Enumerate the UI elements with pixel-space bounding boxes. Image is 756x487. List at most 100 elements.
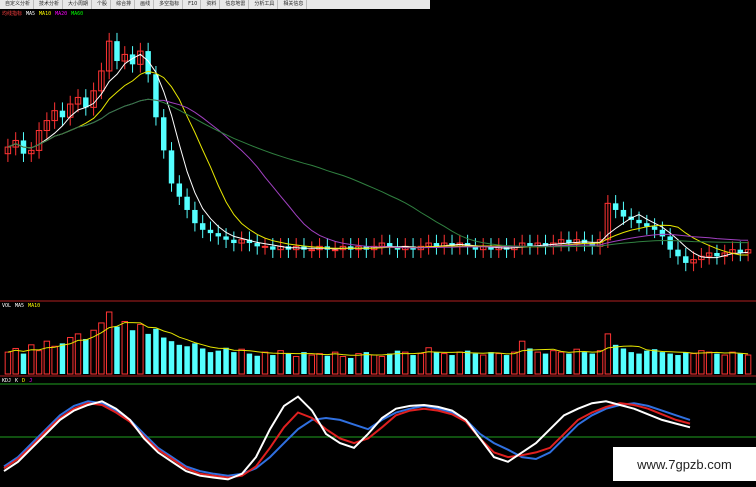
volume-bar (331, 351, 339, 375)
candle-body (223, 236, 229, 240)
volume-bar (285, 353, 292, 374)
volume-bar (254, 355, 260, 374)
candle-body (667, 236, 673, 250)
volume-bar (324, 355, 331, 374)
candle-body (270, 246, 276, 250)
volume-bar (378, 355, 386, 375)
volume-bar (744, 354, 752, 375)
volume-bar (105, 311, 113, 375)
kdj-line (3, 400, 691, 477)
volume-bar (402, 351, 409, 375)
candle-body (386, 243, 393, 247)
volume-bar (184, 346, 190, 374)
volume-bar (737, 353, 744, 374)
volume-bar (683, 352, 689, 374)
volume-bar (534, 351, 541, 375)
volume-bar (612, 344, 619, 374)
candle-body (675, 249, 681, 257)
volume-bar (449, 355, 455, 374)
candle-body (644, 223, 650, 227)
volume-bar (410, 355, 416, 374)
volume-bar (472, 353, 479, 374)
candle-body (161, 117, 167, 151)
volume-bar (137, 323, 144, 375)
volume-bar (620, 348, 627, 374)
candle-body (620, 209, 627, 217)
volume-bar (246, 353, 253, 374)
volume-bar (636, 353, 642, 374)
volume-bar (464, 350, 471, 374)
volume-bar (495, 353, 502, 375)
volume-bar (316, 353, 323, 375)
moving-average-line (7, 53, 749, 259)
volume-bar (308, 354, 315, 375)
volume-bar (192, 343, 198, 374)
volume-bar (667, 353, 673, 374)
candle-body (651, 226, 658, 230)
volume-bar (223, 347, 229, 374)
volume-bar (542, 353, 549, 374)
candle-body (59, 110, 66, 118)
volume-bar (550, 350, 557, 375)
volume-bar (43, 340, 51, 375)
volume-bar (589, 353, 595, 374)
volume-bar (231, 352, 237, 374)
volume-bar (145, 333, 151, 374)
volume-bar (659, 352, 666, 374)
kdj-line (3, 395, 691, 481)
candle-body (168, 150, 175, 184)
moving-average-line (7, 98, 749, 248)
volume-bar (339, 355, 347, 375)
candle-body (331, 249, 339, 252)
volume-bar (714, 353, 720, 374)
volume-bar (503, 355, 510, 374)
volume-bar (301, 352, 307, 374)
stock-chart-window: 自定义分析 技术分析 大小周期 个股 综合排 画线 多空指标 F10 资料 信息… (0, 0, 756, 487)
volume-bar (355, 353, 362, 375)
volume-bar (348, 357, 354, 374)
volume-bar (261, 351, 269, 375)
volume-bar (417, 353, 425, 375)
volume-bar (675, 355, 681, 374)
volume-bar (35, 350, 43, 375)
volume-bar (238, 348, 245, 375)
volume-bar (83, 338, 89, 374)
volume-bar (511, 351, 518, 375)
volume-bar (386, 353, 393, 374)
volume-bar (698, 350, 705, 375)
volume-bar (596, 350, 604, 375)
volume-bar (488, 352, 494, 374)
candle-body (308, 249, 315, 252)
chart-canvas (0, 32, 756, 481)
candle-body (199, 223, 206, 230)
kdj-line (3, 402, 691, 479)
volume-bar (4, 351, 12, 375)
candle-body (207, 229, 214, 234)
volume-bar (518, 340, 526, 375)
volume-bar (59, 343, 66, 374)
candle-body (215, 233, 221, 237)
candle-body (261, 245, 269, 248)
volume-bar (161, 337, 167, 374)
volume-bar (129, 330, 136, 374)
candle-body (636, 219, 642, 224)
volume-bar (121, 320, 128, 375)
candle-body (176, 183, 183, 197)
volume-bar (441, 353, 448, 375)
volume-bar (363, 352, 370, 374)
moving-average-line (7, 70, 749, 256)
volume-bar (479, 354, 487, 375)
candle-body (714, 252, 720, 257)
volume-bar (651, 349, 658, 374)
volume-bar (433, 352, 440, 374)
volume-bar (114, 326, 120, 374)
volume-bar (98, 322, 105, 375)
candle-body (612, 203, 619, 210)
volume-bar (20, 353, 27, 374)
volume-bar (168, 341, 175, 374)
moving-average-line (7, 98, 749, 249)
volume-bar (644, 350, 650, 374)
candle-body (184, 196, 190, 210)
volume-bar (729, 351, 736, 375)
volume-bar (199, 348, 206, 374)
